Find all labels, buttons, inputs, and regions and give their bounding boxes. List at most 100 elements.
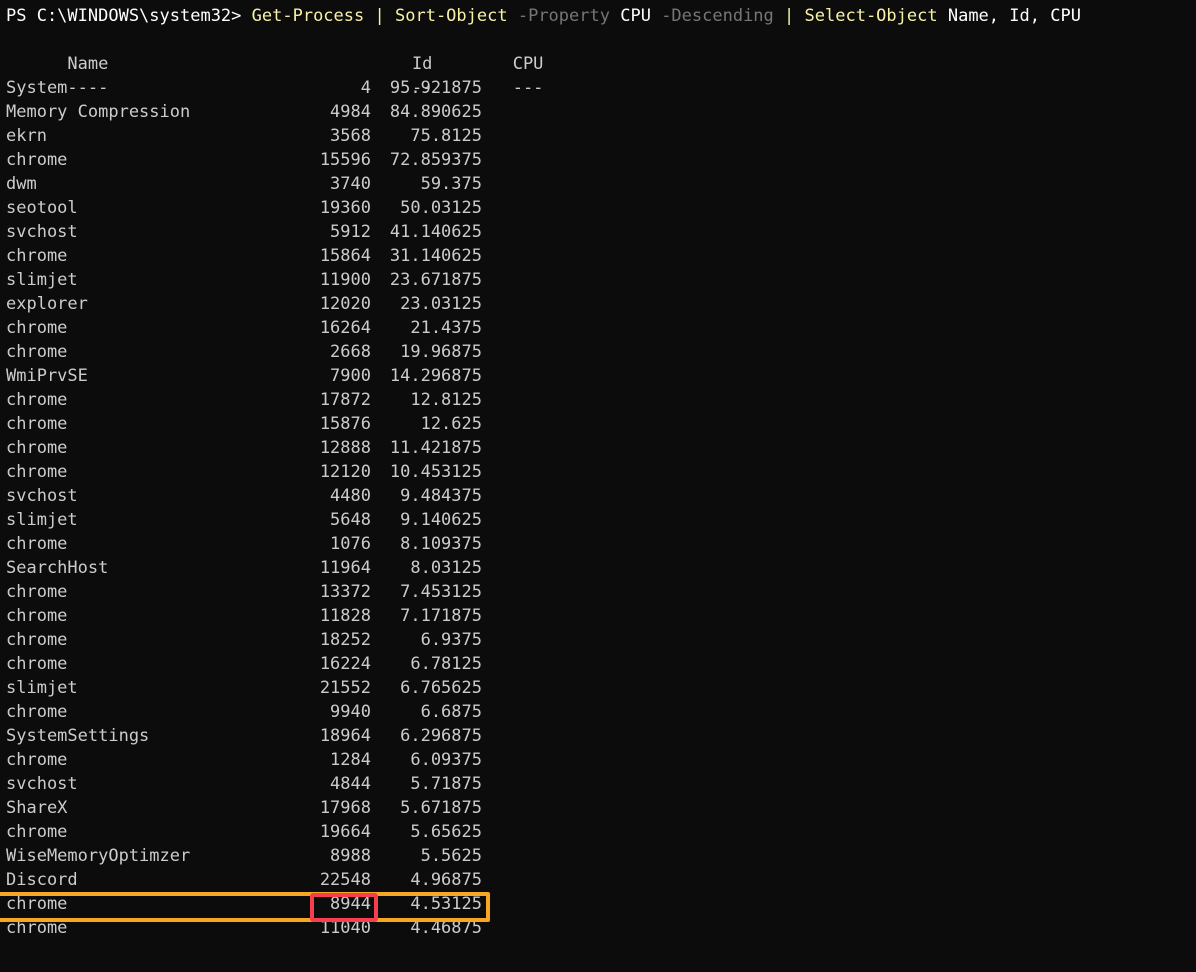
cell-process-id: 1284 <box>330 750 371 770</box>
cell-process-id: 5648 <box>330 510 371 530</box>
cell-process-cpu: 6.09375 <box>410 750 482 770</box>
cell-process-name: chrome <box>6 534 68 554</box>
cell-process-cpu: 4.96875 <box>410 870 482 890</box>
cell-process-id: 19664 <box>319 822 371 842</box>
cell-process-name: chrome <box>6 342 68 362</box>
table-row: slimjet 5648 9.140625 <box>0 508 1081 532</box>
table-row: WmiPrvSE 7900 14.296875 <box>0 364 1081 388</box>
command-token-plain-11 <box>651 6 661 26</box>
cell-process-cpu: 41.140625 <box>389 222 482 242</box>
table-row: chrome 2668 19.96875 <box>0 340 1081 364</box>
table-row: svchost 4480 9.484375 <box>0 484 1081 508</box>
table-row: chrome 1284 6.09375 <box>0 748 1081 772</box>
table-row: ekrn 3568 75.8125 <box>0 124 1081 148</box>
cell-process-cpu: 23.671875 <box>389 270 482 290</box>
cell-process-name: chrome <box>6 246 68 266</box>
cell-process-id: 15596 <box>319 150 371 170</box>
cell-process-cpu: 7.171875 <box>400 606 482 626</box>
command-token-param-8: -Property <box>517 6 610 26</box>
cell-process-name: dwm <box>6 174 37 194</box>
cell-process-id: 1076 <box>330 534 371 554</box>
table-header-row: Name Id CPU <box>0 28 1081 74</box>
cell-process-id: 8988 <box>330 846 371 866</box>
cell-process-id: 9940 <box>330 702 371 722</box>
table-row: chrome 11828 7.171875 <box>0 604 1081 628</box>
cell-process-cpu: 8.109375 <box>400 534 482 554</box>
cell-process-cpu: 6.9375 <box>420 630 482 650</box>
cell-process-name: chrome <box>6 150 68 170</box>
cell-process-name: chrome <box>6 822 68 842</box>
table-row: slimjet 21552 6.765625 <box>0 676 1081 700</box>
command-token-plain-1 <box>241 6 251 26</box>
cell-process-name: slimjet <box>6 678 78 698</box>
command-token-arg-10: CPU <box>620 6 651 26</box>
cell-process-cpu: 72.859375 <box>389 150 482 170</box>
cell-process-cpu: 23.03125 <box>400 294 482 314</box>
command-token-pipe-4: | <box>374 6 385 26</box>
terminal-screen: PS C:\WINDOWS\system32> Get-Process | So… <box>0 0 1081 940</box>
cell-process-id: 16224 <box>319 654 371 674</box>
cell-process-id: 4984 <box>330 102 371 122</box>
cell-process-cpu: 10.453125 <box>389 462 482 482</box>
table-row: chrome 12888 11.421875 <box>0 436 1081 460</box>
cell-process-name: chrome <box>6 606 68 626</box>
table-row: chrome 12120 10.453125 <box>0 460 1081 484</box>
cell-process-cpu: 5.5625 <box>420 846 482 866</box>
command-token-arg-22: CPU <box>1050 6 1081 26</box>
table-row: chrome 18252 6.9375 <box>0 628 1081 652</box>
cell-process-name: chrome <box>6 918 68 938</box>
cell-process-cpu: 5.65625 <box>410 822 482 842</box>
cell-process-cpu: 31.140625 <box>389 246 482 266</box>
table-row: dwm 3740 59.375 <box>0 172 1081 196</box>
cell-process-name: chrome <box>6 702 68 722</box>
cell-process-name: SystemSettings <box>6 726 150 746</box>
cell-process-id: 4480 <box>330 486 371 506</box>
command-token-plain-9 <box>610 6 620 26</box>
table-row: chrome 16264 21.4375 <box>0 316 1081 340</box>
cell-process-cpu: 9.140625 <box>400 510 482 530</box>
cell-process-cpu: 12.8125 <box>410 390 482 410</box>
command-token-plain-15 <box>794 6 804 26</box>
cell-process-id: 19360 <box>319 198 371 218</box>
cell-process-id: 12888 <box>319 438 371 458</box>
cell-process-id: 16264 <box>319 318 371 338</box>
table-row: svchost 4844 5.71875 <box>0 772 1081 796</box>
table-row: SearchHost 11964 8.03125 <box>0 556 1081 580</box>
table-row: chrome 1076 8.109375 <box>0 532 1081 556</box>
powershell-terminal[interactable]: PS C:\WINDOWS\system32> Get-Process | So… <box>0 0 1196 972</box>
cell-process-name: chrome <box>6 390 68 410</box>
table-row-highlighted: Discord 22548 4.96875 <box>0 868 1081 892</box>
cell-process-cpu: 14.296875 <box>389 366 482 386</box>
cell-process-name: ekrn <box>6 126 47 146</box>
cell-process-name: chrome <box>6 630 68 650</box>
cell-process-id: 18252 <box>319 630 371 650</box>
table-row: Memory Compression 4984 84.890625 <box>0 100 1081 124</box>
table-row: ShareX 17968 5.671875 <box>0 796 1081 820</box>
cell-process-name: WmiPrvSE <box>6 366 88 386</box>
cell-process-name: seotool <box>6 198 78 218</box>
cell-process-name: chrome <box>6 438 68 458</box>
cell-process-cpu: 19.96875 <box>400 342 482 362</box>
cell-process-id: 15876 <box>319 414 371 434</box>
cell-process-name: slimjet <box>6 510 78 530</box>
cell-process-name: svchost <box>6 774 78 794</box>
cell-process-id: 4 <box>360 78 371 98</box>
cell-process-name: chrome <box>6 414 68 434</box>
cell-process-id: 3740 <box>330 174 371 194</box>
cell-process-cpu: 50.03125 <box>400 198 482 218</box>
cell-process-name: explorer <box>6 294 88 314</box>
cell-process-id: 18964 <box>319 726 371 746</box>
table-row: chrome 13372 7.453125 <box>0 580 1081 604</box>
command-line[interactable]: PS C:\WINDOWS\system32> Get-Process | So… <box>0 4 1081 28</box>
cell-process-id: 12120 <box>319 462 371 482</box>
table-row: explorer 12020 23.03125 <box>0 292 1081 316</box>
cell-process-cpu: 95.921875 <box>389 78 482 98</box>
cell-process-name: chrome <box>6 318 68 338</box>
cell-process-name: ShareX <box>6 798 68 818</box>
command-token-plain-17 <box>938 6 948 26</box>
cell-process-cpu: 84.890625 <box>389 102 482 122</box>
command-token-pipe-14: | <box>784 6 795 26</box>
cell-process-id: 22548 <box>319 870 371 890</box>
cell-process-cpu: 6.78125 <box>410 654 482 674</box>
command-token-arg-18: Name, <box>947 6 1000 26</box>
